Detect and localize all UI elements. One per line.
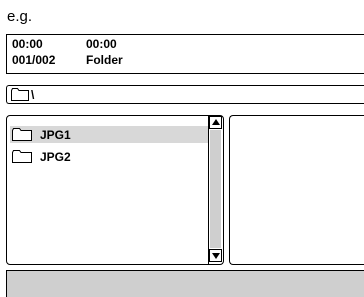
path-text: \ bbox=[31, 88, 35, 102]
file-list[interactable]: JPG1 JPG2 bbox=[6, 115, 224, 265]
list-item[interactable]: JPG1 bbox=[10, 126, 208, 143]
status-box: 00:00 00:00 001/002 Folder bbox=[6, 34, 364, 74]
time-row: 00:00 00:00 bbox=[12, 36, 117, 52]
current-type: Folder bbox=[86, 53, 123, 67]
total-time: 00:00 bbox=[86, 37, 117, 51]
track-counter: 001/002 bbox=[12, 53, 56, 67]
arrow-down-icon bbox=[212, 253, 220, 259]
scroll-up-button[interactable] bbox=[209, 116, 222, 129]
scroll-thumb[interactable] bbox=[210, 130, 221, 248]
list-item[interactable]: JPG2 bbox=[10, 148, 208, 165]
arrow-up-icon bbox=[212, 119, 220, 125]
preview-panel bbox=[229, 115, 364, 265]
scroll-down-button[interactable] bbox=[209, 249, 222, 262]
list-item-label: JPG1 bbox=[40, 128, 71, 142]
folder-icon bbox=[12, 128, 32, 141]
example-caption: e.g. bbox=[7, 8, 33, 25]
list-scrollbar[interactable] bbox=[208, 115, 222, 265]
track-row: 001/002 Folder bbox=[12, 52, 123, 68]
bottom-info-bar bbox=[6, 270, 364, 297]
list-item-label: JPG2 bbox=[40, 150, 71, 164]
folder-icon bbox=[12, 150, 32, 163]
elapsed-time: 00:00 bbox=[12, 37, 43, 51]
folder-icon bbox=[11, 88, 29, 101]
path-bar[interactable]: \ bbox=[6, 85, 364, 104]
